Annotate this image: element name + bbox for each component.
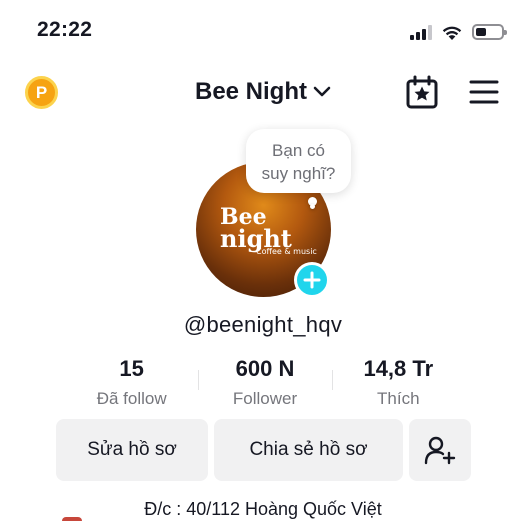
thought-bubble[interactable]: Bạn có suy nghĩ? xyxy=(246,129,351,193)
add-user-icon xyxy=(424,436,456,465)
stat-following[interactable]: 15 Đã follow xyxy=(65,356,198,409)
bubble-line-1: Bạn có xyxy=(272,141,325,160)
stat-label: Follower xyxy=(232,389,298,408)
stat-value: 15 xyxy=(119,356,144,381)
brand-logo: Bee night Coffee & music xyxy=(220,204,317,256)
add-story-button[interactable] xyxy=(294,262,330,298)
stat-label: Đã follow xyxy=(96,389,167,408)
bubble-line-2: suy nghĩ? xyxy=(261,164,336,183)
bubble-tail-dot-small xyxy=(310,204,315,209)
profile-stats: 15 Đã follow 600 N Follower 14,8 Tr Thíc… xyxy=(65,356,465,409)
edit-profile-button[interactable]: Sửa hồ sơ xyxy=(56,419,208,481)
wifi-icon xyxy=(442,26,462,40)
battery-icon xyxy=(472,24,507,40)
stat-value: 600 N xyxy=(235,356,295,381)
status-time: 22:22 xyxy=(37,18,93,41)
stat-value: 14,8 Tr xyxy=(363,356,434,381)
page-title: Bee Night xyxy=(194,78,307,105)
account-switcher[interactable]: Bee Night xyxy=(0,78,526,106)
cellular-signal-icon xyxy=(410,24,432,40)
menu-icon[interactable] xyxy=(468,78,500,106)
stat-followers[interactable]: 600 N Follower xyxy=(198,356,331,409)
stat-likes[interactable]: 14,8 Tr Thích xyxy=(331,356,465,409)
plus-icon xyxy=(303,271,321,289)
share-profile-button[interactable]: Chia sẻ hồ sơ xyxy=(214,419,403,481)
chevron-down-icon xyxy=(313,86,331,97)
stat-label: Thích xyxy=(377,389,420,408)
calendar-star-icon[interactable] xyxy=(404,74,440,110)
profile-bio: Đ/c : 40/112 Hoàng Quốc Việt xyxy=(144,499,382,519)
add-friend-button[interactable] xyxy=(409,419,471,481)
status-icons xyxy=(410,20,507,44)
username: @beenight_hqv xyxy=(183,312,343,337)
